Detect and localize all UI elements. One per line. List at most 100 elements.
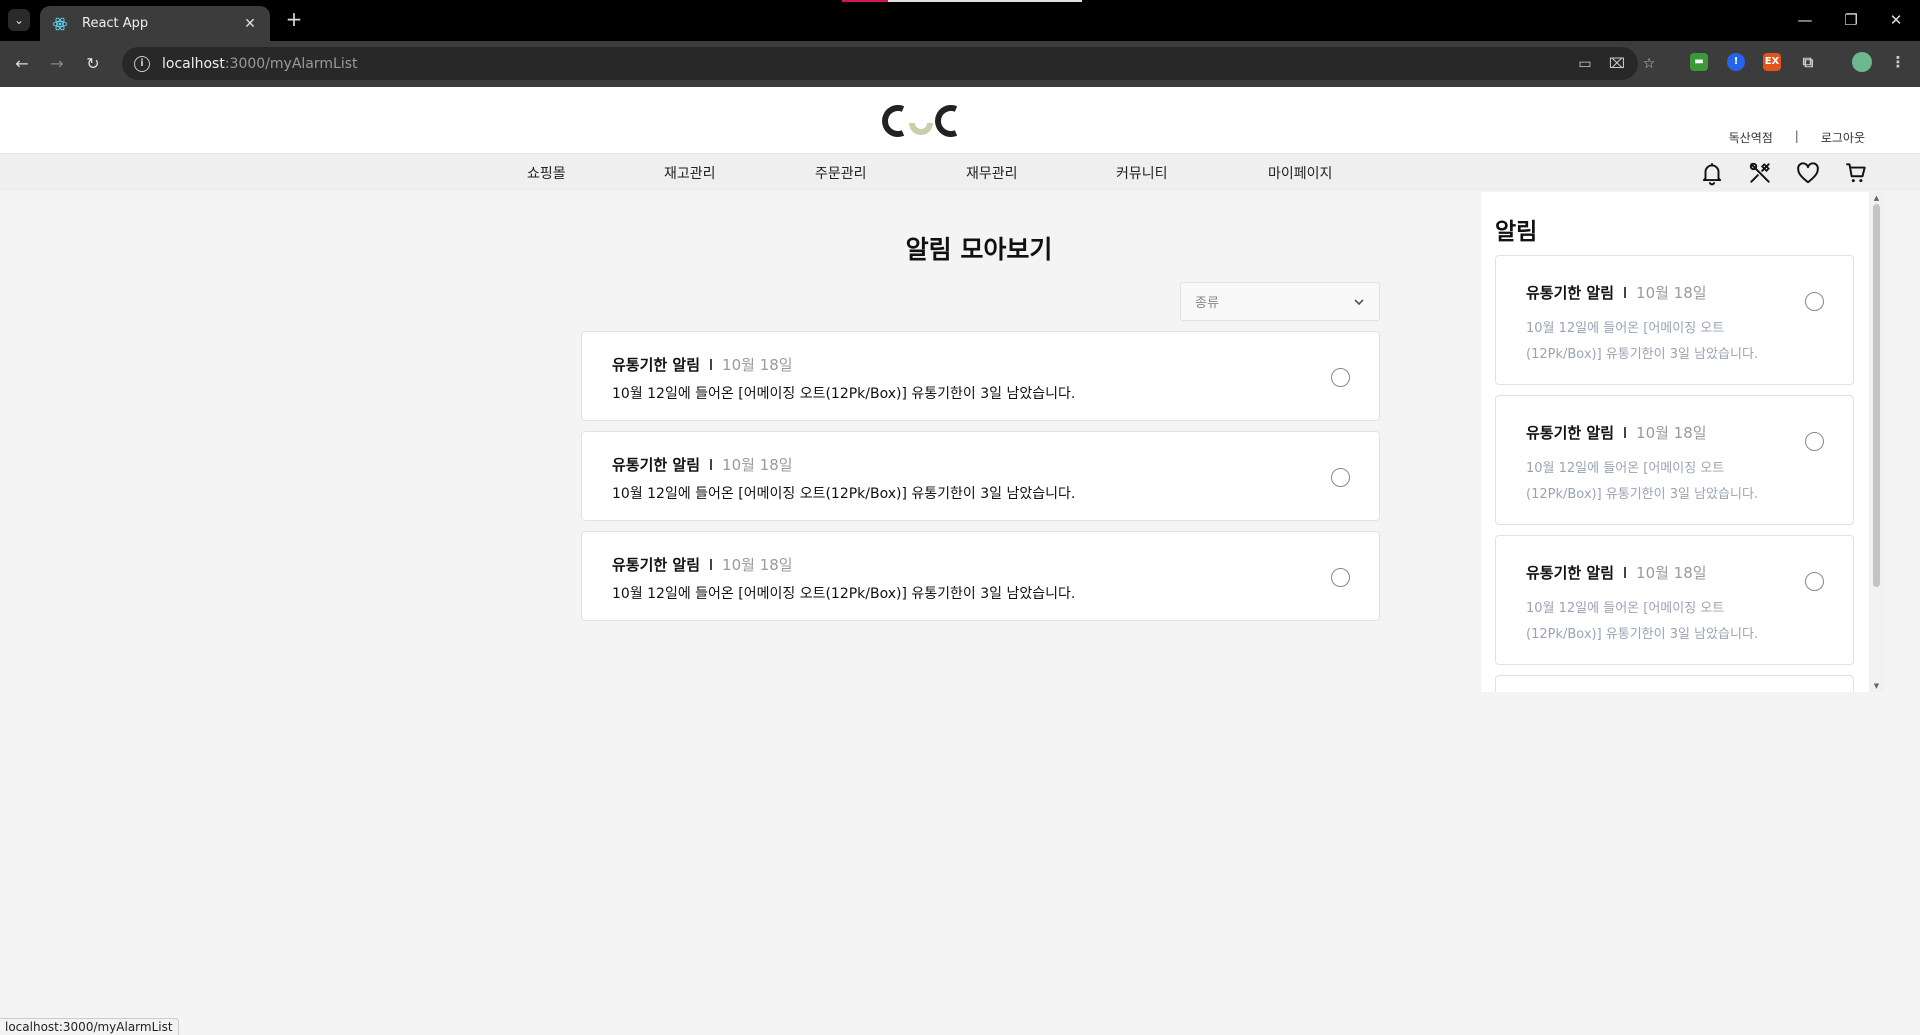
site-header: 독산역점 | 로그아웃	[0, 87, 1920, 153]
alarm-card[interactable]: 유통기한 알림 10월 18일 10월 12일에 들어온 [어메이징 오트(12…	[581, 331, 1380, 421]
user-links: 독산역점 | 로그아웃	[1729, 129, 1865, 146]
notification-header: 유통기한 알림 10월 18일	[1526, 562, 1707, 583]
window-close-icon[interactable]: ✕	[1881, 8, 1911, 32]
notification-panel[interactable]: 알림 유통기한 알림 10월 18일 10월 12일에 들어온 [어메이징 오트…	[1481, 192, 1884, 692]
alarm-header: 유통기한 알림 10월 18일	[612, 454, 793, 475]
notification-panel-scrollbar[interactable]: ▲ ▼	[1869, 192, 1884, 692]
notification-read-checkbox[interactable]	[1805, 432, 1824, 451]
site-info-icon[interactable]: i	[134, 55, 150, 72]
alarm-separator	[710, 359, 713, 370]
tab-search-icon[interactable]: ⌄	[8, 9, 30, 31]
alarm-card[interactable]: 유통기한 알림 10월 18일 10월 12일에 들어온 [어메이징 오트(12…	[581, 531, 1380, 621]
alarm-separator	[710, 459, 713, 470]
browser-menu-icon[interactable]: ⋮	[1889, 53, 1907, 71]
alarm-header: 유통기한 알림 10월 18일	[612, 554, 793, 575]
notification-line: (12Pk/Box)] 유통기한이 3일 남았습니다.	[1526, 487, 1759, 502]
notification-date: 10월 18일	[1636, 564, 1707, 582]
alarm-card[interactable]: 유통기한 알림 10월 18일 10월 12일에 들어온 [어메이징 오트(12…	[581, 431, 1380, 521]
alarm-type: 유통기한 알림	[612, 456, 701, 474]
notification-header: 유통기한 알림 10월 18일	[1526, 282, 1707, 303]
page: 독산역점 | 로그아웃 쇼핑몰 재고관리 주문관리 재무관리 커뮤니티 마이페이…	[0, 87, 1920, 1035]
notification-line: (12Pk/Box)] 유통기한이 3일 남았습니다.	[1526, 627, 1759, 642]
notification-date: 10월 18일	[1636, 284, 1707, 302]
notification-read-checkbox[interactable]	[1805, 572, 1824, 591]
user-links-separator: |	[1794, 129, 1799, 143]
heart-icon[interactable]	[1795, 160, 1821, 186]
accent-strip	[888, 0, 1082, 2]
extensions-puzzle-icon[interactable]: ⧉	[1799, 53, 1817, 71]
alarm-date: 10월 18일	[722, 356, 793, 374]
notification-card[interactable]: 유통기한 알림 10월 18일 10월 12일에 들어온 [어메이징 오트 (1…	[1495, 255, 1854, 385]
bookmark-star-icon[interactable]: ☆	[1640, 55, 1658, 73]
translate-icon[interactable]: ⌧	[1608, 55, 1626, 73]
alarm-read-checkbox[interactable]	[1331, 468, 1350, 487]
reload-icon[interactable]: ↻	[81, 52, 105, 76]
address-bar[interactable]: i localhost:3000/myAlarmList ▭ ⌧ ☆	[122, 47, 1655, 80]
restore-icon[interactable]: ❐	[1836, 8, 1866, 32]
notification-line: 10월 12일에 들어온 [어메이징 오트	[1526, 601, 1725, 616]
scroll-down-icon[interactable]: ▼	[1869, 680, 1884, 692]
tab-close-icon[interactable]: ✕	[242, 16, 258, 32]
scrollbar-thumb[interactable]	[1873, 204, 1880, 587]
alarm-date: 10월 18일	[722, 556, 793, 574]
tools-icon[interactable]	[1747, 160, 1773, 186]
browser-tab[interactable]: React App ✕	[40, 6, 270, 41]
nav-mypage[interactable]: 마이페이지	[1268, 163, 1332, 183]
extension-blue-icon[interactable]: !	[1727, 53, 1745, 71]
bell-icon[interactable]	[1699, 160, 1725, 186]
url-path: :3000/myAlarmList	[224, 55, 358, 72]
notification-separator	[1624, 427, 1627, 438]
alarm-message: 10월 12일에 들어온 [어메이징 오트(12Pk/Box)] 유통기한이 3…	[612, 586, 1076, 602]
notification-line: 10월 12일에 들어온 [어메이징 오트	[1526, 321, 1725, 336]
scroll-up-icon[interactable]: ▲	[1869, 192, 1884, 204]
site-logo[interactable]	[881, 101, 961, 141]
browser-toolbar: ← → ↻ i localhost:3000/myAlarmList ▭ ⌧ ☆…	[0, 41, 1920, 87]
chevron-down-icon	[1354, 298, 1364, 305]
store-name-link[interactable]: 독산역점	[1729, 129, 1773, 146]
new-tab-icon[interactable]: +	[282, 8, 306, 32]
alarm-date: 10월 18일	[722, 456, 793, 474]
type-filter-select[interactable]: 종류	[1180, 282, 1380, 321]
install-app-icon[interactable]: ▭	[1576, 55, 1594, 73]
profile-avatar-icon[interactable]	[1852, 52, 1872, 72]
notification-card-partial[interactable]	[1495, 675, 1854, 692]
status-bar-url: localhost:3000/myAlarmList	[0, 1018, 179, 1035]
notification-type: 유통기한 알림	[1526, 424, 1615, 442]
extension-orange-icon[interactable]: EX	[1763, 53, 1781, 71]
notification-read-checkbox[interactable]	[1805, 292, 1824, 311]
react-icon	[52, 16, 68, 32]
notification-type: 유통기한 알림	[1526, 284, 1615, 302]
nav-community[interactable]: 커뮤니티	[1116, 163, 1168, 183]
notification-card[interactable]: 유통기한 알림 10월 18일 10월 12일에 들어온 [어메이징 오트 (1…	[1495, 395, 1854, 525]
notification-message: 10월 12일에 들어온 [어메이징 오트 (12Pk/Box)] 유통기한이 …	[1526, 456, 1796, 508]
alarm-header: 유통기한 알림 10월 18일	[612, 354, 793, 375]
nav-finance[interactable]: 재무관리	[966, 163, 1018, 183]
alarm-separator	[710, 559, 713, 570]
alarm-read-checkbox[interactable]	[1331, 368, 1350, 387]
cart-icon[interactable]	[1843, 160, 1869, 186]
notification-date: 10월 18일	[1636, 424, 1707, 442]
notification-message: 10월 12일에 들어온 [어메이징 오트 (12Pk/Box)] 유통기한이 …	[1526, 316, 1796, 368]
extension-green-icon[interactable]: ▬	[1690, 53, 1708, 71]
main-nav: 쇼핑몰 재고관리 주문관리 재무관리 커뮤니티 마이페이지	[0, 153, 1920, 191]
nav-shopping-mall[interactable]: 쇼핑몰	[527, 163, 566, 183]
notification-type: 유통기한 알림	[1526, 564, 1615, 582]
notification-header: 유통기한 알림 10월 18일	[1526, 422, 1707, 443]
alarm-message: 10월 12일에 들어온 [어메이징 오트(12Pk/Box)] 유통기한이 3…	[612, 486, 1076, 502]
nav-inventory[interactable]: 재고관리	[664, 163, 716, 183]
notification-message: 10월 12일에 들어온 [어메이징 오트 (12Pk/Box)] 유통기한이 …	[1526, 596, 1796, 648]
tab-title: React App	[82, 16, 149, 31]
alarm-type: 유통기한 알림	[612, 556, 701, 574]
notification-card[interactable]: 유통기한 알림 10월 18일 10월 12일에 들어온 [어메이징 오트 (1…	[1495, 535, 1854, 665]
alarm-read-checkbox[interactable]	[1331, 568, 1350, 587]
notification-separator	[1624, 567, 1627, 578]
notification-panel-title: 알림	[1495, 219, 1538, 245]
nav-orders[interactable]: 주문관리	[815, 163, 867, 183]
logout-link[interactable]: 로그아웃	[1821, 129, 1865, 146]
back-icon[interactable]: ←	[10, 52, 34, 76]
type-filter-value: 종류	[1195, 296, 1219, 311]
alarm-message: 10월 12일에 들어온 [어메이징 오트(12Pk/Box)] 유통기한이 3…	[612, 386, 1076, 402]
notification-line: (12Pk/Box)] 유통기한이 3일 남았습니다.	[1526, 347, 1759, 362]
forward-icon[interactable]: →	[45, 52, 69, 76]
minimize-icon[interactable]: —	[1790, 8, 1820, 32]
